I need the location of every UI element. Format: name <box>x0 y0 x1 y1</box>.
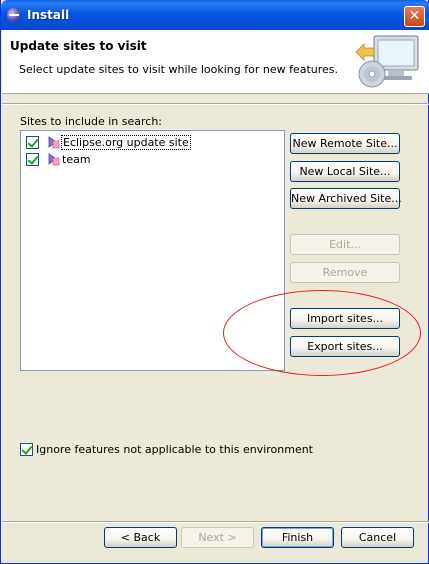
footer-separator <box>2 521 429 523</box>
site-label: team <box>62 153 91 166</box>
ignore-features-checkbox[interactable] <box>20 443 33 456</box>
install-window: Install ✕ Update sites to visit Select u… <box>0 0 429 564</box>
ignore-features-label: Ignore features not applicable to this e… <box>36 443 313 456</box>
site-row-team[interactable]: team <box>26 151 276 167</box>
page-description: Select update sites to visit while looki… <box>19 63 339 76</box>
annotation-ellipse <box>223 290 421 376</box>
new-local-site-button[interactable]: New Local Site... <box>290 161 400 182</box>
new-archived-site-button[interactable]: New Archived Site... <box>290 188 402 209</box>
cancel-button[interactable]: Cancel <box>341 527 414 548</box>
eclipse-icon <box>7 8 21 22</box>
edit-button[interactable]: Edit... <box>290 234 400 255</box>
top-separator <box>2 103 429 105</box>
update-site-icon <box>48 136 60 149</box>
site-checkbox-eclipse[interactable] <box>26 136 39 149</box>
update-site-icon <box>48 153 60 166</box>
site-row-eclipse[interactable]: Eclipse.org update site <box>26 134 276 150</box>
finish-button[interactable]: Finish <box>261 527 334 548</box>
sites-list-label: Sites to include in search: <box>20 115 163 128</box>
back-button[interactable]: < Back <box>104 527 177 548</box>
close-button[interactable]: ✕ <box>404 6 425 27</box>
site-checkbox-team[interactable] <box>26 153 39 166</box>
next-button[interactable]: Next > <box>181 527 254 548</box>
site-label: Eclipse.org update site <box>61 135 191 150</box>
new-remote-site-button[interactable]: New Remote Site... <box>290 133 400 154</box>
window-title: Install <box>27 8 70 22</box>
ignore-features-option[interactable]: Ignore features not applicable to this e… <box>20 443 320 458</box>
header-banner: Update sites to visit Select update site… <box>2 30 429 94</box>
title-bar[interactable]: Install ✕ <box>1 0 429 30</box>
remove-button[interactable]: Remove <box>290 262 400 283</box>
install-wizard-icon <box>355 35 419 88</box>
close-icon: ✕ <box>408 8 421 24</box>
page-title: Update sites to visit <box>10 39 147 53</box>
